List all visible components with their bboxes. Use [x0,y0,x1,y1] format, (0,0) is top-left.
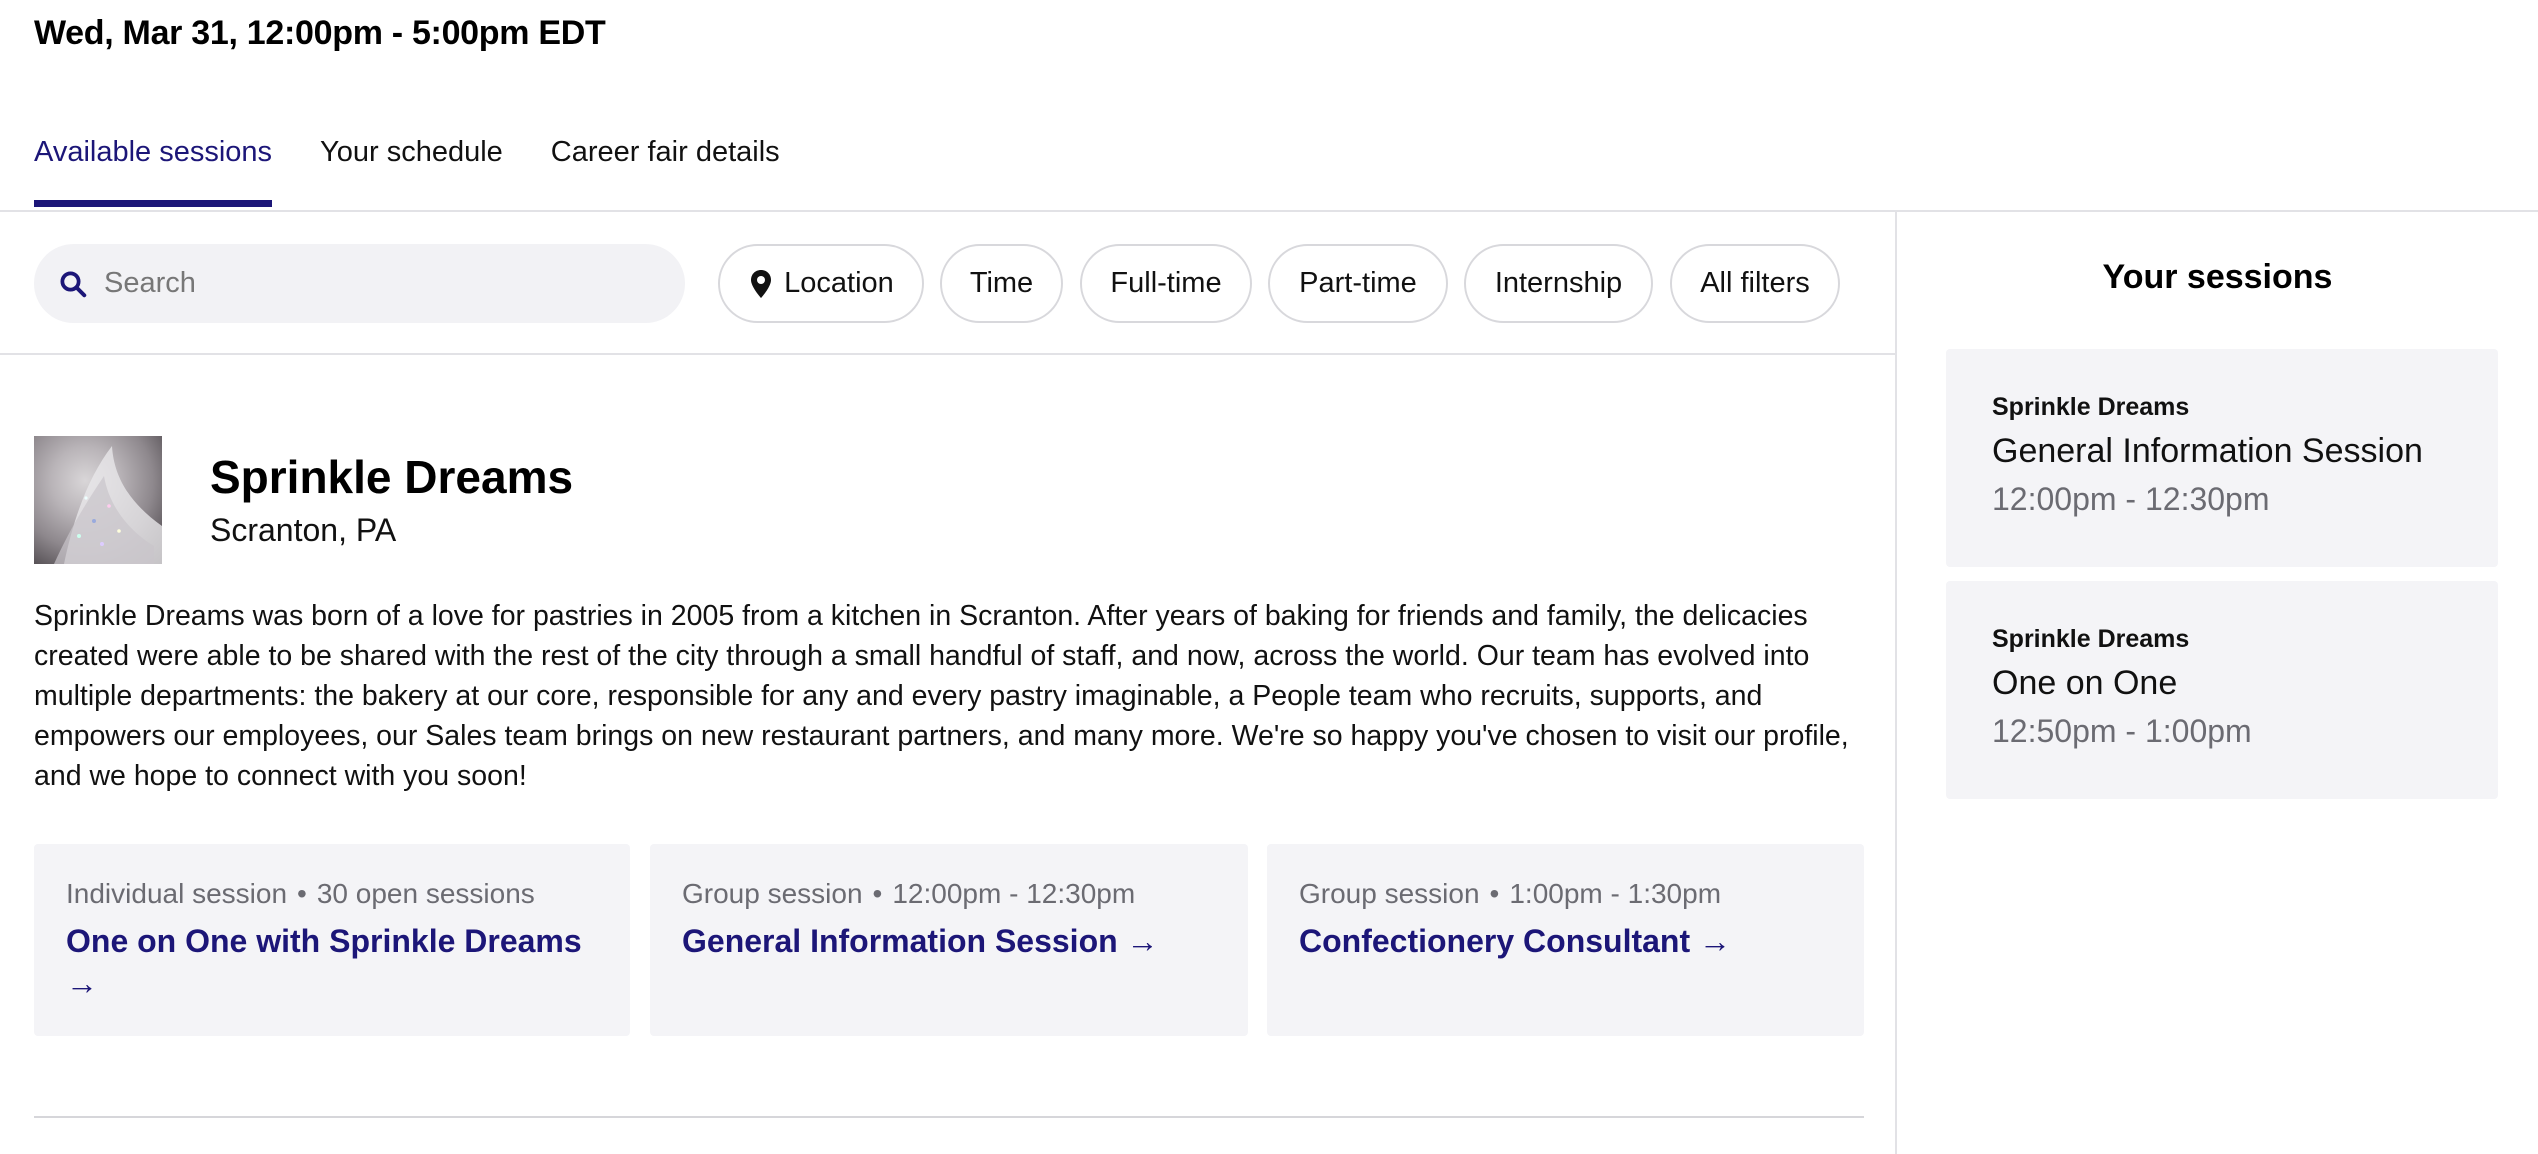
session-card-link[interactable]: One on One with Sprinkle Dreams → [66,920,598,1004]
your-session-name: General Information Session [1992,432,2423,470]
your-sessions-title: Your sessions [2102,258,2333,296]
filter-divider [0,353,1895,355]
company-location: Scranton, PA [210,512,397,548]
company-description: Sprinkle Dreams was born of a love for p… [34,600,1849,792]
session-card-general-information[interactable]: Group session • 12:00pm - 12:30pm General … [650,844,1248,1036]
your-session-company: Sprinkle Dreams [1992,393,2190,421]
section-divider [34,1116,1864,1118]
your-session-item[interactable]: Sprinkle Dreams One on One 12:50pm - 1:0… [1946,581,2498,799]
your-session-company: Sprinkle Dreams [1992,625,2190,653]
company-logo [34,436,162,564]
location-pin-icon [751,269,772,298]
session-card-meta: Individual session • 30 open sessions [66,878,535,909]
search-box[interactable] [34,244,685,323]
session-card-meta: Group session • 1:00pm - 1:30pm [1299,878,1722,909]
your-session-time: 12:50pm - 1:00pm [1992,713,2252,749]
session-card-link[interactable]: General Information Session → [682,920,1216,962]
tab-career-fair-details[interactable]: Career fair details [551,136,780,207]
company-name: Sprinkle Dreams [210,451,574,503]
tabs-divider [0,210,2538,212]
your-session-name: One on One [1992,664,2178,702]
location-filter-label: Location [784,267,894,299]
location-filter-button[interactable]: Location [718,244,924,323]
sidebar-divider [1895,210,1897,1154]
tab-available-sessions[interactable]: Available sessions [34,136,273,207]
session-card-meta: Group session • 12:00pm - 12:30pm [682,878,1136,909]
full-time-filter-button[interactable]: Full-time [1080,244,1252,323]
part-time-filter-button[interactable]: Part-time [1268,244,1448,323]
search-icon [60,271,87,297]
session-card-confectionery-consultant[interactable]: Group session • 1:00pm - 1:30pm Confection… [1267,844,1864,1036]
event-date-time: Wed, Mar 31, 12:00pm - 5:00pm EDT [34,14,606,52]
session-card-link[interactable]: Confectionery Consultant → [1299,920,1832,962]
your-session-time: 12:00pm - 12:30pm [1992,481,2270,517]
your-session-item[interactable]: Sprinkle Dreams General Information Sess… [1946,349,2498,567]
tab-bar: Available sessions Your schedule Career … [34,136,780,207]
search-input[interactable] [102,266,646,301]
time-filter-button[interactable]: Time [940,244,1063,323]
internship-filter-button[interactable]: Internship [1464,244,1653,323]
tab-your-schedule[interactable]: Your schedule [320,136,503,207]
session-card-one-on-one[interactable]: Individual session • 30 open sessions One … [34,844,630,1036]
all-filters-button[interactable]: All filters [1670,244,1840,323]
